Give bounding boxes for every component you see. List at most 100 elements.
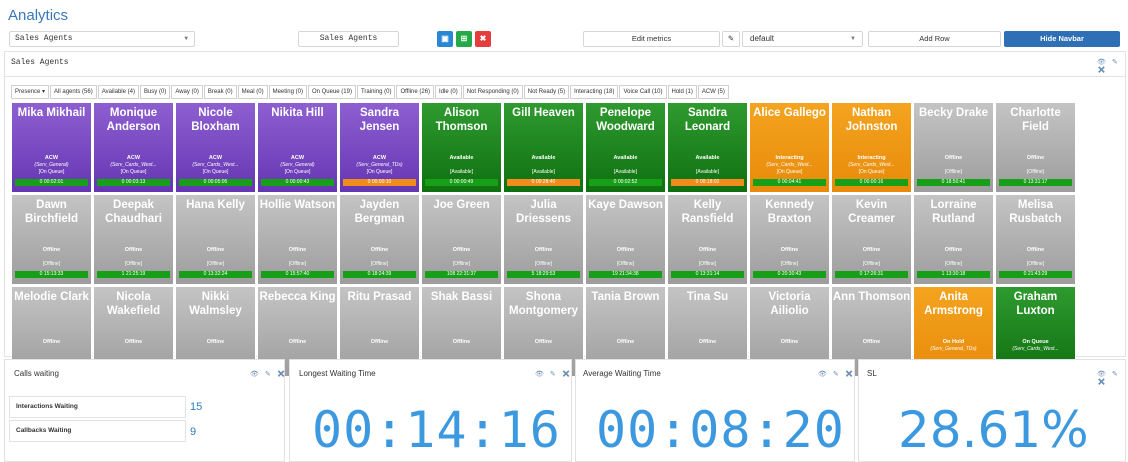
agent-card[interactable]: Penelope Woodward Available [Available] 0 0… (585, 102, 666, 193)
agent-card[interactable]: Dawn Birchfield Offline [Offline] 0 15:13:3… (11, 194, 92, 285)
agent-name: Nicola Wakefield (106, 291, 161, 317)
save-icon[interactable]: ▣ (437, 31, 453, 47)
agent-card[interactable]: Joe Green Offline [Offline] 108 22:31:37 (421, 194, 502, 285)
agent-status: Offline (206, 247, 225, 253)
agent-card[interactable]: Monique Anderson ACW (Serv_Cards_West... [O… (93, 102, 174, 193)
agent-timer: 0 00:00:10 (343, 179, 416, 186)
agent-card[interactable]: Deepak Chaudhari Offline [Offline] 1 21:25:… (93, 194, 174, 285)
calls-waiting-title: Calls waiting (14, 369, 59, 378)
presence-tab[interactable]: Not Responding (0) (462, 85, 523, 99)
presence-tab[interactable]: Training (0) (356, 85, 396, 99)
agent-name: Lorraine Rutland (930, 199, 977, 225)
callbacks-waiting-value: 9 (190, 426, 197, 438)
widget-icons[interactable]: 👁 ✎ ✖ (818, 370, 856, 378)
agent-card[interactable]: Gill Heaven Available [Available] 0 00:28:4… (503, 102, 584, 193)
agent-queue: (Serv_Cards_West... (110, 162, 157, 168)
presence-tab[interactable]: Meeting (0) (268, 85, 307, 99)
agent-status: On Queue (1022, 339, 1049, 345)
widget-icons[interactable]: 👁 ✎ ✖ (1097, 58, 1128, 74)
agent-card[interactable]: Alison Thomson Available [Available] 0 00:0… (421, 102, 502, 193)
agent-status: Offline (288, 339, 307, 345)
agent-card[interactable]: Charlotte Field Offline [Offline] 0 13:31:1… (995, 102, 1076, 193)
agent-card[interactable]: Hollie Watson Offline [Offline] 0 15:57:40 (257, 194, 338, 285)
agent-card[interactable]: Mika Mikhail ACW (Serv_General) [On Queue] 0… (11, 102, 92, 193)
agent-status: Offline (370, 247, 389, 253)
agent-name: Joe Green (433, 199, 490, 211)
agent-card[interactable]: Nicole Bloxham ACW (Serv_Cards_West... [On … (175, 102, 256, 193)
presence-tab[interactable]: Offline (26) (396, 85, 435, 99)
presence-tab[interactable]: On Queue (19) (307, 85, 356, 99)
edit-metrics-button[interactable]: Edit metrics (583, 31, 720, 47)
agent-card[interactable]: Lorraine Rutland Offline [Offline] 1 13:30:… (913, 194, 994, 285)
add-row-button[interactable]: Add Row (868, 31, 1001, 47)
agent-status: Interacting (857, 155, 886, 161)
presence-dropdown[interactable]: Presence ▾ (11, 85, 50, 99)
export-icon[interactable]: ⊞ (456, 31, 472, 47)
average-wait-value: 00:08:20 (596, 401, 845, 459)
agent-status: Offline (534, 247, 553, 253)
agent-timer: 1 13:30:18 (917, 271, 990, 278)
agent-card[interactable]: Alice Gallego Interacting (Serv_Cards_West… (749, 102, 830, 193)
widget-icons[interactable]: 👁 ✎ ✖ (250, 370, 288, 378)
agent-status: ACW (372, 155, 387, 161)
agent-status: Offline (780, 339, 799, 345)
close-icon[interactable]: ✖ (475, 31, 491, 47)
agent-card[interactable]: Kennedy Braxton Offline [Offline] 0 20:30:4… (749, 194, 830, 285)
agent-card[interactable]: Jayden Bergman Offline [Offline] 0 18:24:39 (339, 194, 420, 285)
dashboard-select[interactable]: Sales Agents ▼ (9, 31, 195, 47)
dashboard-title-input[interactable]: Sales Agents (298, 31, 399, 47)
agent-name: Melodie Clark (14, 291, 89, 303)
agent-name: Charlotte Field (1010, 107, 1061, 133)
agent-card[interactable]: Kelly Ransfield Offline [Offline] 0 13:31:1… (667, 194, 748, 285)
presence-tab[interactable]: Meal (0) (237, 85, 268, 99)
agent-card[interactable]: Nikita Hill ACW (Serv_General) [On Queue] 0 … (257, 102, 338, 193)
agent-card[interactable]: Sandra Leonard Available [Available] 0 00:1… (667, 102, 748, 193)
presence-tab[interactable]: Available (4) (97, 85, 139, 99)
agent-timer: 0 21:43:29 (999, 271, 1072, 278)
agent-state-code: [Available] (696, 169, 719, 175)
agent-card[interactable]: Melisa Rusbatch Offline [Offline] 0 21:43:2… (995, 194, 1076, 285)
presence-tab[interactable]: Break (0) (203, 85, 237, 99)
presence-tab[interactable]: Hold (1) (667, 85, 697, 99)
agent-state-code: [Offline] (1026, 169, 1045, 175)
presence-tab[interactable]: Busy (0) (139, 85, 171, 99)
presence-tab[interactable]: Away (0) (171, 85, 203, 99)
agent-name: Hana Kelly (186, 199, 245, 211)
metrics-select[interactable]: default ▼ (742, 31, 863, 47)
presence-tab[interactable]: All agents (56) (50, 85, 97, 99)
presence-tab[interactable]: Idle (0) (435, 85, 462, 99)
pencil-icon[interactable]: ✎ (722, 31, 740, 47)
agent-name: Nikki Walmsley (189, 291, 242, 317)
widget-icons[interactable]: 👁 ✎ ✖ (1097, 370, 1128, 386)
agent-card[interactable]: Sandra Jensen ACW (Serv_General_TDs) [On Qu… (339, 102, 420, 193)
agent-timer: 0 15:57:40 (261, 271, 334, 278)
agent-name: Ann Thomson (832, 291, 911, 303)
agent-timer: 0 00:05:05 (179, 179, 252, 186)
agent-name: Shak Bassi (430, 291, 493, 303)
agent-state-code: [Available] (614, 169, 637, 175)
agent-name: Hollie Watson (259, 199, 336, 211)
agent-state-code: [On Queue] (858, 169, 885, 175)
agent-status: Offline (862, 247, 881, 253)
widget-icons[interactable]: 👁 ✎ ✖ (535, 370, 573, 378)
agent-state-code: [Offline] (42, 261, 61, 267)
agent-card[interactable]: Becky Drake Offline [Offline] 0 18:50:41 (913, 102, 994, 193)
agent-state-code: [Offline] (370, 261, 389, 267)
agent-card[interactable]: Nathan Johnston Interacting (Serv_Cards_We… (831, 102, 912, 193)
agent-card[interactable]: Hana Kelly Offline [Offline] 0 13:32:24 (175, 194, 256, 285)
agent-name: Alice Gallego (753, 107, 826, 119)
interactions-waiting-row: Interactions Waiting (9, 396, 186, 418)
agent-name: Melisa Rusbatch (1009, 199, 1062, 225)
agents-panel-title: Sales Agents (11, 58, 69, 67)
presence-tab[interactable]: Voice Call (10) (619, 85, 667, 99)
agent-state-code: [On Queue] (366, 169, 393, 175)
agent-status: Offline (698, 339, 717, 345)
presence-tab[interactable]: Interacting (18) (570, 85, 619, 99)
agent-card[interactable]: Kevin Creamer Offline [Offline] 0 17:26:31 (831, 194, 912, 285)
presence-tab[interactable]: Not Ready (5) (523, 85, 570, 99)
agent-card[interactable]: Kaye Dawson Offline [Offline] 19 21:34:38 (585, 194, 666, 285)
hide-navbar-button[interactable]: Hide Navbar (1004, 31, 1120, 47)
agent-card[interactable]: Julia Driessens Offline [Offline] 5 18:29:5… (503, 194, 584, 285)
presence-tab[interactable]: ACW (5) (697, 85, 729, 99)
agent-timer: 108 22:31:37 (425, 271, 498, 278)
